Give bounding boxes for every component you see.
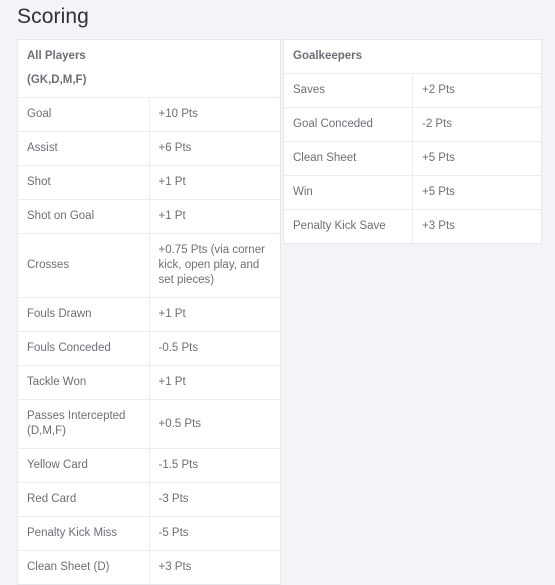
stat-name-cell: Goal <box>18 97 149 132</box>
scoring-page: Scoring All Players (GK,D,M,F) Goal +10 Pts… <box>0 0 555 585</box>
stat-name-cell: Tackle Won <box>18 365 149 400</box>
table-row: Shot on Goal +1 Pt <box>18 199 280 234</box>
stat-value-cell: +1 Pt <box>148 365 280 400</box>
stat-name-cell: Yellow Card <box>18 448 149 483</box>
table-row: Tackle Won +1 Pt <box>18 365 280 400</box>
stat-value-cell: -2 Pts <box>412 107 541 142</box>
table-row: Clean Sheet (D) +3 Pts <box>18 550 280 584</box>
table-row: Red Card -3 Pts <box>18 482 280 517</box>
goalkeepers-table: Goalkeepers Saves +2 Pts Goal Conceded -2 Pt… <box>284 40 541 243</box>
table-row: Passes Intercepted (D,M,F) +0.5 Pts <box>18 399 280 449</box>
table-row: Shot +1 Pt <box>18 165 280 200</box>
stat-value-cell: -3 Pts <box>148 482 280 517</box>
stat-value-cell: +0.75 Pts (via corner kick, open play, a… <box>148 233 280 298</box>
stat-value-cell: +1 Pt <box>148 199 280 234</box>
stat-value-cell: +10 Pts <box>148 97 280 132</box>
stat-name-cell: Assist <box>18 131 149 166</box>
stat-value-cell: +1 Pt <box>148 297 280 332</box>
stat-name-cell: Win <box>284 175 413 210</box>
table-row: Fouls Conceded -0.5 Pts <box>18 331 280 366</box>
table-row: Goal Conceded -2 Pts <box>284 107 541 142</box>
goalkeepers-scoring-table: Goalkeepers Saves +2 Pts Goal Conceded -2 Pt… <box>283 39 542 244</box>
table-row: Goal +10 Pts <box>18 97 280 132</box>
stat-name-cell: Shot on Goal <box>18 199 149 234</box>
stat-name-cell: Saves <box>284 73 413 108</box>
table-row: Fouls Drawn +1 Pt <box>18 297 280 332</box>
table-header-label: All Players (GK,D,M,F) <box>18 40 280 98</box>
stat-value-cell: +6 Pts <box>148 131 280 166</box>
stat-name-cell: Red Card <box>18 482 149 517</box>
stat-name-cell: Penalty Kick Miss <box>18 516 149 551</box>
stat-value-cell: -0.5 Pts <box>148 331 280 366</box>
stat-value-cell: +0.5 Pts <box>148 399 280 449</box>
stat-value-cell: +5 Pts <box>412 175 541 210</box>
table-header-line-2: (GK,D,M,F) <box>27 74 87 86</box>
table-row: Win +5 Pts <box>284 175 541 210</box>
table-row: Clean Sheet +5 Pts <box>284 141 541 176</box>
stat-value-cell: +3 Pts <box>412 209 541 243</box>
stat-value-cell: -5 Pts <box>148 516 280 551</box>
page-title: Scoring <box>17 5 89 28</box>
all-players-table-body: All Players (GK,D,M,F) Goal +10 Pts Assist +6… <box>18 40 280 584</box>
stat-name-cell: Fouls Conceded <box>18 331 149 366</box>
stat-name-cell: Passes Intercepted (D,M,F) <box>18 399 149 449</box>
stat-value-cell: +3 Pts <box>148 550 280 584</box>
stat-name-cell: Fouls Drawn <box>18 297 149 332</box>
table-row: Yellow Card -1.5 Pts <box>18 448 280 483</box>
stat-name-cell: Goal Conceded <box>284 107 413 142</box>
stat-name-cell: Crosses <box>18 233 149 298</box>
stat-name-cell: Penalty Kick Save <box>284 209 413 243</box>
table-header-row: All Players (GK,D,M,F) <box>18 40 280 98</box>
table-row: Penalty Kick Miss -5 Pts <box>18 516 280 551</box>
table-header-label: Goalkeepers <box>284 40 541 74</box>
goalkeepers-table-body: Goalkeepers Saves +2 Pts Goal Conceded -2 Pt… <box>284 40 541 243</box>
all-players-scoring-table: All Players (GK,D,M,F) Goal +10 Pts Assist +6… <box>17 39 281 585</box>
table-row: Crosses +0.75 Pts (via corner kick, open … <box>18 233 280 298</box>
table-row: Assist +6 Pts <box>18 131 280 166</box>
table-row: Saves +2 Pts <box>284 73 541 108</box>
all-players-table: All Players (GK,D,M,F) Goal +10 Pts Assist +6… <box>18 40 280 584</box>
stat-value-cell: -1.5 Pts <box>148 448 280 483</box>
stat-value-cell: +2 Pts <box>412 73 541 108</box>
stat-name-cell: Clean Sheet <box>284 141 413 176</box>
table-header-line-1: Goalkeepers <box>293 50 363 62</box>
stat-name-cell: Clean Sheet (D) <box>18 550 149 584</box>
table-row: Penalty Kick Save +3 Pts <box>284 209 541 243</box>
table-header-line-1: All Players <box>27 50 86 62</box>
table-header-row: Goalkeepers <box>284 40 541 74</box>
stat-name-cell: Shot <box>18 165 149 200</box>
stat-value-cell: +1 Pt <box>148 165 280 200</box>
stat-value-cell: +5 Pts <box>412 141 541 176</box>
